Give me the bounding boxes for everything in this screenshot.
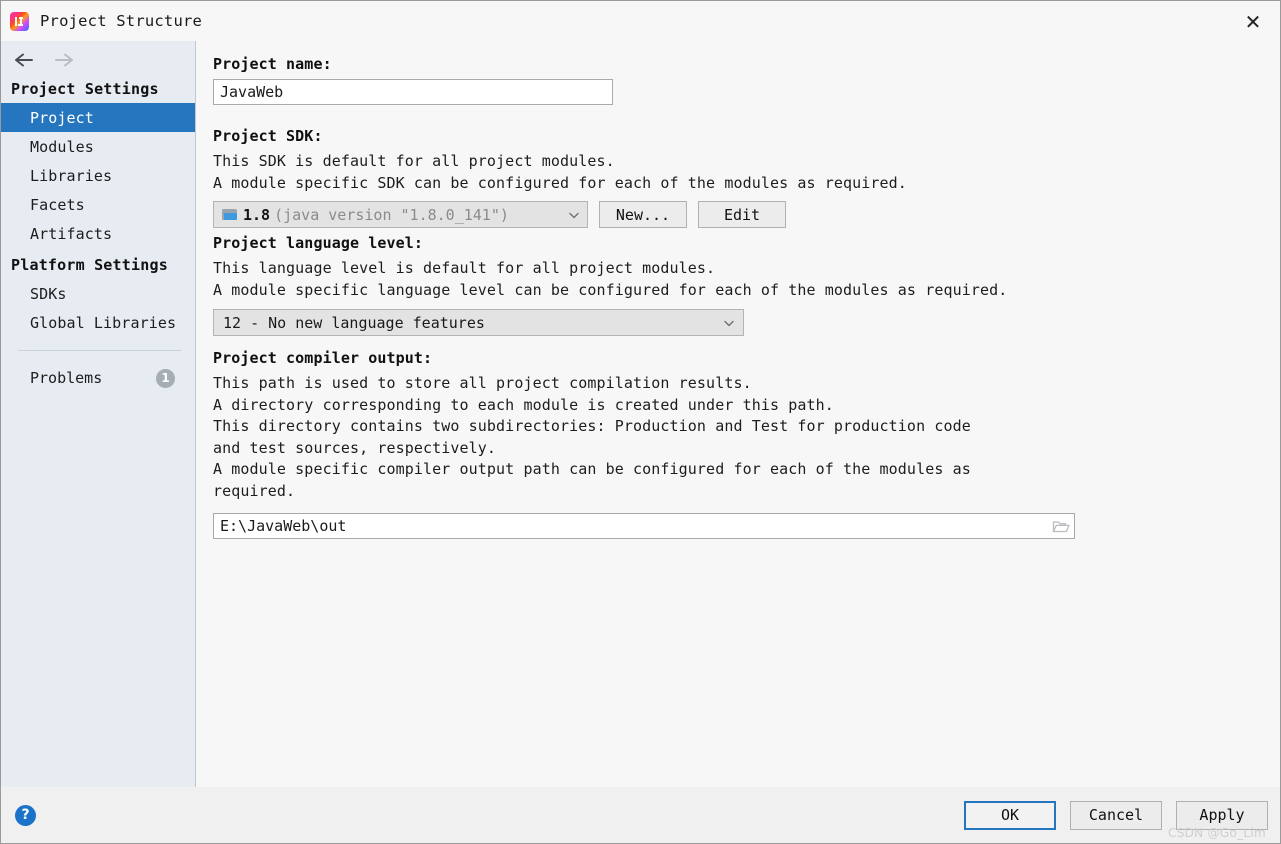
sidebar-navigation xyxy=(1,43,195,77)
dialog-footer: ? OK Cancel Apply CSDN @Go_Lim xyxy=(1,787,1280,843)
project-sdk-description-line-2: A module specific SDK can be configured … xyxy=(213,173,907,192)
arrow-right-icon xyxy=(53,51,75,69)
sdk-folder-icon xyxy=(222,208,238,221)
ok-button[interactable]: OK xyxy=(964,800,1056,830)
sidebar-item-project[interactable]: Project xyxy=(1,103,195,132)
sidebar-item-label: Project xyxy=(30,108,94,127)
sidebar-item-sdks[interactable]: SDKs xyxy=(1,279,195,308)
sidebar-item-modules[interactable]: Modules xyxy=(1,132,195,161)
project-name-input[interactable]: JavaWeb xyxy=(213,79,613,105)
project-sdk-dropdown[interactable]: 1.8 (java version "1.8.0_141") xyxy=(213,201,588,228)
project-language-level-value: 12 - No new language features xyxy=(223,313,485,332)
sidebar-item-label: SDKs xyxy=(30,284,67,303)
arrow-left-icon[interactable] xyxy=(13,51,35,69)
close-icon[interactable]: ✕ xyxy=(1240,9,1266,35)
project-sdk-version: 1.8 xyxy=(243,205,271,224)
apply-button[interactable]: Apply xyxy=(1176,800,1268,830)
project-sdk-label: Project SDK: xyxy=(213,127,323,145)
folder-open-icon[interactable] xyxy=(1052,519,1070,534)
sidebar-item-facets[interactable]: Facets xyxy=(1,190,195,219)
project-name-label: Project name: xyxy=(213,55,332,73)
compiler-output-description-line-5: A module specific compiler output path c… xyxy=(213,460,971,478)
title-bar: Project Structure ✕ xyxy=(1,1,1280,41)
language-level-description-line-2: A module specific language level can be … xyxy=(213,280,1008,299)
chevron-down-icon xyxy=(567,208,581,222)
project-compiler-output-label: Project compiler output: xyxy=(213,349,433,367)
cancel-button[interactable]: Cancel xyxy=(1070,800,1162,830)
main-panel: Project name: JavaWeb Project SDK: This … xyxy=(196,41,1280,787)
compiler-output-path-field[interactable]: E:\JavaWeb\out xyxy=(213,513,1075,539)
window-title: Project Structure xyxy=(40,12,203,30)
help-icon[interactable]: ? xyxy=(15,804,36,826)
sidebar-item-global-libraries[interactable]: Global Libraries xyxy=(1,308,195,337)
problems-count-badge: 1 xyxy=(156,368,175,388)
sidebar: Project Settings Project Modules Librari… xyxy=(1,41,196,787)
sidebar-item-artifacts[interactable]: Artifacts xyxy=(1,219,195,248)
project-sdk-detail: (java version "1.8.0_141") xyxy=(274,205,509,224)
compiler-output-description-line-4: and test sources, respectively. xyxy=(213,438,497,457)
sidebar-section-title-project-settings: Project Settings xyxy=(11,80,159,98)
sidebar-filler xyxy=(1,395,195,787)
intellij-idea-logo-icon xyxy=(10,11,29,31)
compiler-output-description-line-6: required. xyxy=(213,481,296,500)
language-level-description-line-1: This language level is default for all p… xyxy=(213,259,716,277)
sidebar-item-label: Modules xyxy=(30,137,94,156)
dialog-body: Project Settings Project Modules Librari… xyxy=(1,41,1280,787)
footer-button-group: OK Cancel Apply xyxy=(964,800,1268,830)
sidebar-item-libraries[interactable]: Libraries xyxy=(1,161,195,190)
compiler-output-description-line-3: This directory contains two subdirectori… xyxy=(213,417,971,435)
project-language-level-dropdown[interactable]: 12 - No new language features xyxy=(213,309,744,336)
sidebar-item-label: Artifacts xyxy=(30,224,113,243)
sidebar-item-label: Global Libraries xyxy=(30,313,177,332)
new-sdk-button[interactable]: New... xyxy=(599,201,687,228)
sidebar-section-title-platform-settings: Platform Settings xyxy=(11,256,168,274)
compiler-output-path-value: E:\JavaWeb\out xyxy=(220,517,347,535)
sidebar-item-label: Libraries xyxy=(30,166,113,185)
project-structure-dialog: Project Structure ✕ Project Settings Pro… xyxy=(0,0,1281,844)
sidebar-item-label: Facets xyxy=(30,195,85,214)
sidebar-item-problems[interactable]: Problems 1 xyxy=(1,361,195,395)
compiler-output-description-line-1: This path is used to store all project c… xyxy=(213,374,752,392)
compiler-output-description-line-2: A directory corresponding to each module… xyxy=(213,395,834,414)
project-sdk-description-line-1: This SDK is default for all project modu… xyxy=(213,152,615,170)
project-sdk-row: 1.8 (java version "1.8.0_141") New... Ed… xyxy=(213,201,1280,228)
edit-sdk-button[interactable]: Edit xyxy=(698,201,786,228)
sidebar-item-label: Problems xyxy=(30,369,103,387)
project-name-value: JavaWeb xyxy=(220,83,284,101)
chevron-down-icon xyxy=(722,316,736,330)
sidebar-divider xyxy=(18,350,181,351)
project-language-level-label: Project language level: xyxy=(213,234,424,252)
